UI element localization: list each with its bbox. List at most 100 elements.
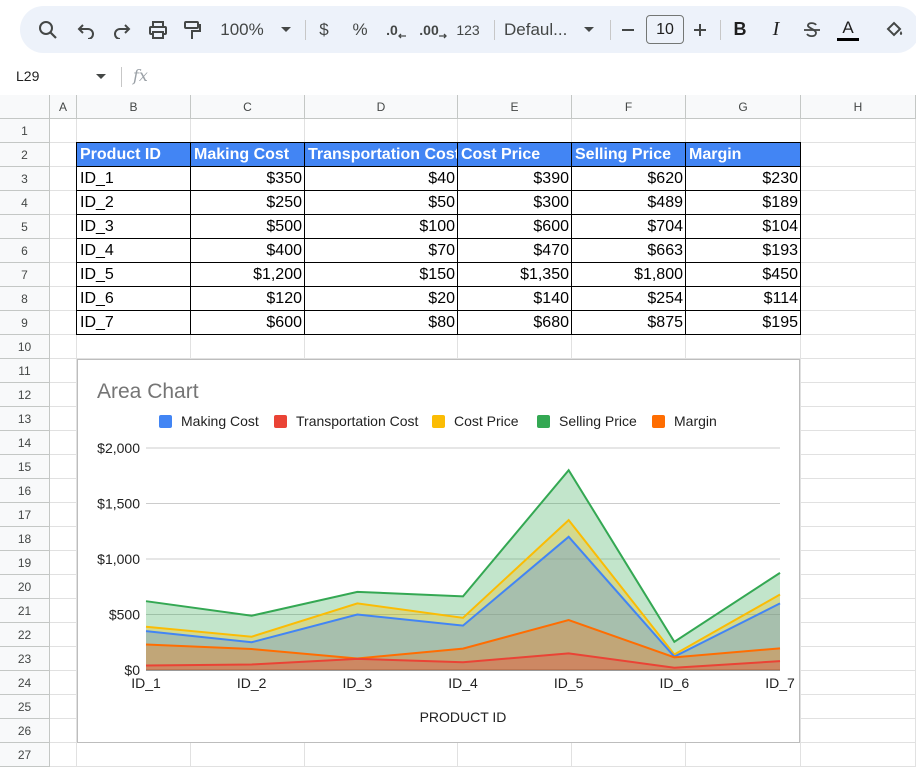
row-header-3[interactable]: 3 (0, 167, 50, 191)
currency-format-button[interactable]: $ (310, 6, 338, 53)
table-cell[interactable]: $390 (458, 167, 572, 191)
chevron-down-icon[interactable] (96, 74, 106, 80)
row-header-12[interactable]: 12 (0, 383, 50, 407)
table-cell[interactable]: ID_2 (77, 191, 191, 215)
row-header-27[interactable]: 27 (0, 743, 50, 767)
table-cell[interactable]: $40 (305, 167, 458, 191)
table-cell[interactable]: $400 (191, 239, 305, 263)
table-cell[interactable]: $189 (686, 191, 801, 215)
row-header-17[interactable]: 17 (0, 503, 50, 527)
column-header-d[interactable]: D (305, 95, 458, 119)
table-cell[interactable]: ID_3 (77, 215, 191, 239)
table-cell[interactable]: ID_4 (77, 239, 191, 263)
table-cell[interactable]: $300 (458, 191, 572, 215)
table-cell[interactable]: $663 (572, 239, 686, 263)
row-header-26[interactable]: 26 (0, 719, 50, 743)
increase-decimal-button[interactable]: .00 (416, 6, 450, 53)
table-cell[interactable]: $500 (191, 215, 305, 239)
text-color-button[interactable]: A (834, 6, 862, 53)
percent-format-button[interactable]: % (346, 6, 374, 53)
table-cell[interactable]: $193 (686, 239, 801, 263)
column-header-b[interactable]: B (77, 95, 191, 119)
row-header-14[interactable]: 14 (0, 431, 50, 455)
table-cell[interactable]: $150 (305, 263, 458, 287)
table-cell[interactable]: ID_1 (77, 167, 191, 191)
row-header-23[interactable]: 23 (0, 647, 50, 671)
column-header-e[interactable]: E (458, 95, 572, 119)
row-header-5[interactable]: 5 (0, 215, 50, 239)
more-formats-button[interactable]: 123 (452, 6, 484, 53)
select-all-corner[interactable] (0, 95, 50, 119)
table-cell[interactable]: $120 (191, 287, 305, 311)
column-header-h[interactable]: H (801, 95, 916, 119)
font-select[interactable]: Defaul... (504, 6, 600, 53)
table-cell[interactable]: ID_7 (77, 311, 191, 335)
column-header-f[interactable]: F (572, 95, 686, 119)
row-header-25[interactable]: 25 (0, 695, 50, 719)
row-header-4[interactable]: 4 (0, 191, 50, 215)
row-header-16[interactable]: 16 (0, 479, 50, 503)
table-cell[interactable]: $50 (305, 191, 458, 215)
row-header-8[interactable]: 8 (0, 287, 50, 311)
table-cell[interactable]: $114 (686, 287, 801, 311)
table-cell[interactable]: $600 (191, 311, 305, 335)
row-header-22[interactable]: 22 (0, 623, 50, 647)
column-header-g[interactable]: G (686, 95, 801, 119)
row-header-7[interactable]: 7 (0, 263, 50, 287)
redo-button[interactable] (108, 6, 136, 53)
increase-font-size-button[interactable] (688, 6, 712, 53)
table-header-cell[interactable]: Margin (686, 143, 801, 167)
row-header-20[interactable]: 20 (0, 575, 50, 599)
decrease-font-size-button[interactable] (616, 6, 640, 53)
table-cell[interactable]: $80 (305, 311, 458, 335)
undo-button[interactable] (72, 6, 100, 53)
italic-button[interactable]: I (762, 6, 790, 53)
table-header-cell[interactable]: Selling Price (572, 143, 686, 167)
print-button[interactable] (144, 6, 172, 53)
table-cell[interactable]: $680 (458, 311, 572, 335)
table-cell[interactable]: $254 (572, 287, 686, 311)
paint-format-button[interactable] (178, 6, 206, 53)
spreadsheet-grid[interactable]: ABCDEFGH 1 2 3 4 5 6 7 8 9 10 11 12 13 14 15 16 17 18 19 20… (0, 95, 916, 768)
table-cell[interactable]: $600 (458, 215, 572, 239)
table-cell[interactable]: $1,350 (458, 263, 572, 287)
table-cell[interactable]: $1,200 (191, 263, 305, 287)
table-cell[interactable]: $620 (572, 167, 686, 191)
table-header-cell[interactable]: Making Cost (191, 143, 305, 167)
column-header-c[interactable]: C (191, 95, 305, 119)
table-cell[interactable]: ID_5 (77, 263, 191, 287)
row-header-21[interactable]: 21 (0, 599, 50, 623)
table-cell[interactable]: $450 (686, 263, 801, 287)
row-header-11[interactable]: 11 (0, 359, 50, 383)
area-chart[interactable]: Area Chart Making Cost Transportation Cost… (77, 359, 800, 743)
row-header-18[interactable]: 18 (0, 527, 50, 551)
row-header-2[interactable]: 2 (0, 143, 50, 167)
row-header-15[interactable]: 15 (0, 455, 50, 479)
zoom-select[interactable]: 100% (216, 6, 296, 53)
row-header-1[interactable]: 1 (0, 119, 50, 143)
table-cell[interactable]: ID_6 (77, 287, 191, 311)
table-cell[interactable]: $104 (686, 215, 801, 239)
row-header-13[interactable]: 13 (0, 407, 50, 431)
table-cell[interactable]: $70 (305, 239, 458, 263)
bold-button[interactable]: B (726, 6, 754, 53)
table-cell[interactable]: $230 (686, 167, 801, 191)
fill-color-button[interactable] (880, 6, 908, 53)
table-cell[interactable]: $704 (572, 215, 686, 239)
table-header-cell[interactable]: Cost Price (458, 143, 572, 167)
strikethrough-button[interactable] (798, 6, 826, 53)
table-cell[interactable]: $875 (572, 311, 686, 335)
column-header-a[interactable]: A (50, 95, 77, 119)
table-cell[interactable]: $470 (458, 239, 572, 263)
table-cell[interactable]: $20 (305, 287, 458, 311)
row-header-19[interactable]: 19 (0, 551, 50, 575)
table-cell[interactable]: $1,800 (572, 263, 686, 287)
table-header-cell[interactable]: Product ID (77, 143, 191, 167)
table-cell[interactable]: $489 (572, 191, 686, 215)
row-header-6[interactable]: 6 (0, 239, 50, 263)
table-header-cell[interactable]: Transportation Cost (305, 143, 458, 167)
table-cell[interactable]: $100 (305, 215, 458, 239)
row-header-9[interactable]: 9 (0, 311, 50, 335)
row-header-10[interactable]: 10 (0, 335, 50, 359)
font-size-input[interactable]: 10 (646, 15, 684, 44)
